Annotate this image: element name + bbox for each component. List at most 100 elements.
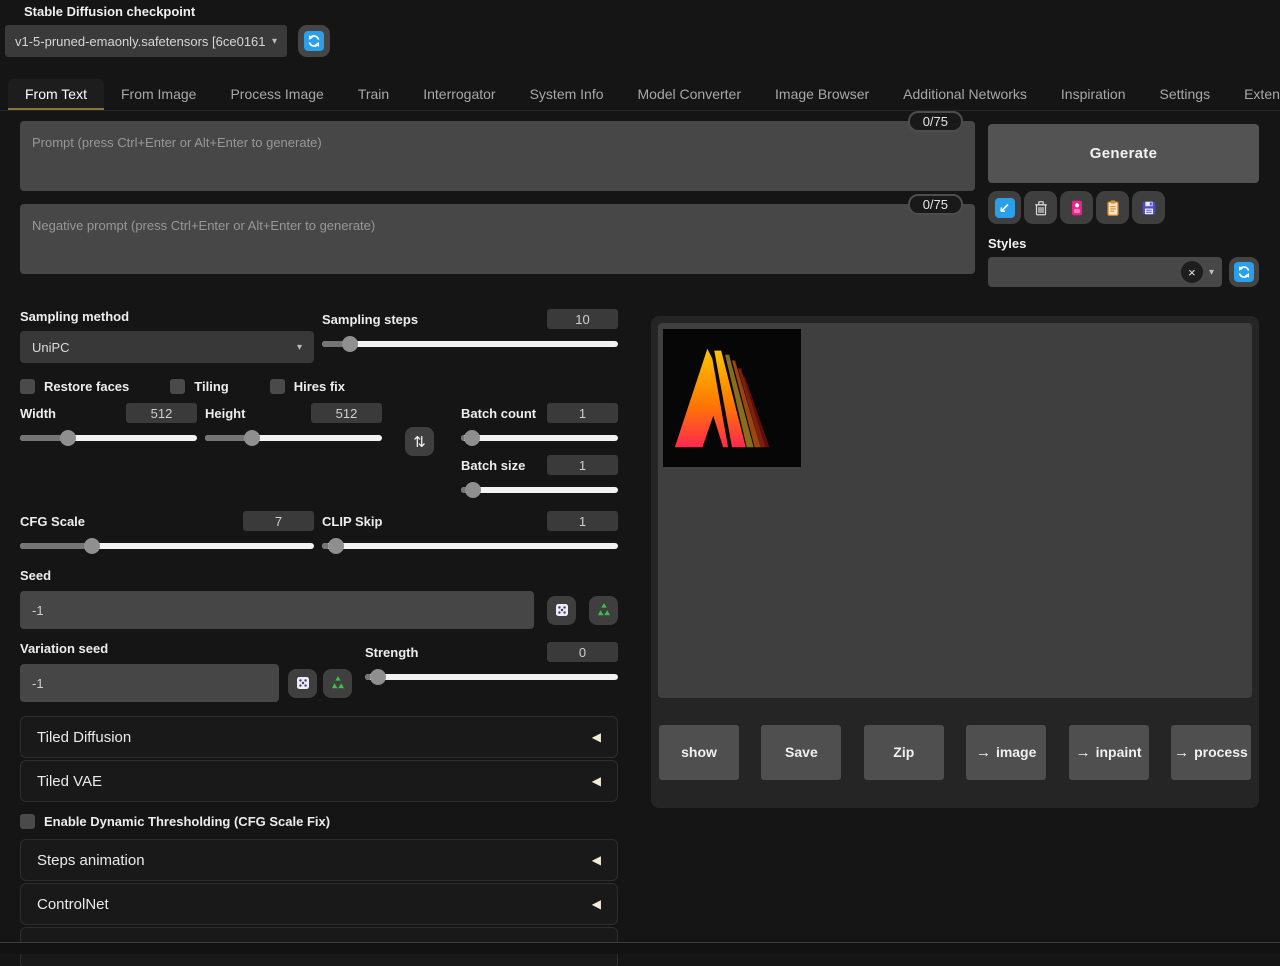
tab-inspiration[interactable]: Inspiration	[1044, 79, 1143, 110]
checkbox-box[interactable]	[20, 814, 35, 829]
dice-icon	[295, 675, 311, 691]
clip-skip-slider[interactable]	[322, 538, 618, 554]
strength-slider[interactable]	[365, 669, 618, 685]
sampling-method-value: UniPC	[32, 340, 291, 355]
save-style-button[interactable]	[1132, 191, 1165, 224]
tiling-checkbox[interactable]: Tiling	[170, 379, 228, 394]
tab-from-text[interactable]: From Text	[8, 79, 104, 110]
slider-thumb[interactable]	[464, 430, 480, 446]
recycle-icon	[330, 675, 346, 691]
dynamic-thresholding-checkbox[interactable]: Enable Dynamic Thresholding (CFG Scale F…	[20, 814, 618, 829]
paste-generation-parameters-button[interactable]: ↙	[988, 191, 1021, 224]
accordion-steps-animation[interactable]: Steps animation◀	[20, 839, 618, 881]
refresh-checkpoints-button[interactable]	[298, 25, 330, 57]
tab-image-browser[interactable]: Image Browser	[758, 79, 886, 110]
header: Stable Diffusion checkpoint v1-5-pruned-…	[0, 0, 1280, 57]
tab-model-converter[interactable]: Model Converter	[621, 79, 759, 110]
strength-input[interactable]	[547, 642, 618, 662]
slider-thumb[interactable]	[84, 538, 100, 554]
checkbox-label: Restore faces	[44, 379, 129, 394]
show-extra-networks-button[interactable]	[1060, 191, 1093, 224]
clear-prompt-button[interactable]	[1024, 191, 1057, 224]
width-label: Width	[20, 406, 56, 421]
styles-select[interactable]: × ▾	[988, 257, 1222, 287]
extensions-accordions-top: Tiled Diffusion◀Tiled VAE◀	[20, 716, 618, 802]
refresh-styles-button[interactable]	[1229, 257, 1259, 287]
refresh-icon	[304, 31, 324, 51]
width-slider[interactable]	[20, 430, 197, 446]
cfg-scale-slider[interactable]	[20, 538, 314, 554]
checkpoint-select[interactable]: v1-5-pruned-emaonly.safetensors [6ce0161…	[5, 25, 287, 57]
button-label: Zip	[893, 744, 914, 761]
apply-selected-style-button[interactable]	[1096, 191, 1129, 224]
zip-button[interactable]: Zip	[864, 725, 944, 780]
height-slider[interactable]	[205, 430, 382, 446]
accordion-controlnet[interactable]: ControlNet◀	[20, 883, 618, 925]
restore-faces-checkbox[interactable]: Restore faces	[20, 379, 129, 394]
clip-skip-input[interactable]	[547, 511, 618, 531]
slider-thumb[interactable]	[244, 430, 260, 446]
slider-thumb[interactable]	[370, 669, 386, 685]
accordion-tiled-diffusion[interactable]: Tiled Diffusion◀	[20, 716, 618, 758]
show-button[interactable]: show	[659, 725, 739, 780]
accordion-tiled-vae[interactable]: Tiled VAE◀	[20, 760, 618, 802]
cfg-scale-input[interactable]	[243, 511, 314, 531]
width-input[interactable]	[126, 403, 197, 423]
hires-fix-checkbox[interactable]: Hires fix	[270, 379, 345, 394]
chevron-down-icon: ▾	[272, 36, 277, 47]
floppy-disk-icon	[1140, 199, 1158, 217]
sampling-method-select[interactable]: UniPC ▾	[20, 331, 314, 363]
send-to-inpaint-button[interactable]: →inpaint	[1069, 725, 1149, 780]
clear-styles-icon[interactable]: ×	[1181, 261, 1203, 283]
collapsed-caret-icon: ◀	[592, 730, 601, 744]
reuse-seed-button[interactable]	[589, 596, 618, 625]
random-variation-seed-button[interactable]	[288, 669, 317, 698]
slider-thumb[interactable]	[60, 430, 76, 446]
random-seed-button[interactable]	[547, 596, 576, 625]
seed-input[interactable]	[20, 591, 534, 629]
slider-thumb[interactable]	[328, 538, 344, 554]
slider-thumb[interactable]	[342, 336, 358, 352]
collapsed-caret-icon: ◀	[592, 774, 601, 788]
send-to-image-button[interactable]: →image	[966, 725, 1046, 780]
tab-system-info[interactable]: System Info	[513, 79, 621, 110]
sampling-steps-input[interactable]	[547, 309, 618, 329]
tab-additional-networks[interactable]: Additional Networks	[886, 79, 1044, 110]
output-gallery[interactable]	[658, 323, 1252, 698]
height-input[interactable]	[311, 403, 382, 423]
slider-thumb[interactable]	[465, 482, 481, 498]
clipboard-icon	[1104, 199, 1122, 217]
collapsed-caret-icon: ◀	[592, 897, 601, 911]
tab-extensions[interactable]: Extensions	[1227, 79, 1280, 110]
parameters-column: Sampling method UniPC ▾ Sampling steps	[20, 309, 618, 966]
button-label: show	[681, 744, 717, 761]
tab-from-image[interactable]: From Image	[104, 79, 213, 110]
batch-count-input[interactable]	[547, 403, 618, 423]
tab-interrogator[interactable]: Interrogator	[406, 79, 512, 110]
checkbox-label: Tiling	[194, 379, 228, 394]
dice-icon	[554, 602, 570, 618]
collapsed-caret-icon: ◀	[592, 853, 601, 867]
save-button[interactable]: Save	[761, 725, 841, 780]
reuse-variation-seed-button[interactable]	[323, 669, 352, 698]
swap-width-height-button[interactable]: ⇅	[405, 427, 434, 456]
extra-networks-card-icon	[1068, 199, 1086, 217]
variation-seed-input[interactable]	[20, 664, 279, 702]
tab-train[interactable]: Train	[341, 79, 406, 110]
checkbox-box[interactable]	[270, 379, 285, 394]
generate-button[interactable]: Generate	[988, 124, 1259, 183]
checkbox-box[interactable]	[170, 379, 185, 394]
checkbox-box[interactable]	[20, 379, 35, 394]
tab-process-image[interactable]: Process Image	[213, 79, 340, 110]
tab-settings[interactable]: Settings	[1143, 79, 1228, 110]
send-to-process-button[interactable]: →process	[1171, 725, 1251, 780]
sampling-steps-slider[interactable]	[322, 336, 618, 352]
batch-size-input[interactable]	[547, 455, 618, 475]
batch-size-slider[interactable]	[461, 482, 618, 498]
cfg-scale-label: CFG Scale	[20, 514, 85, 529]
generate-column: Generate ↙	[988, 111, 1259, 287]
gallery-image[interactable]	[663, 328, 801, 468]
batch-count-slider[interactable]	[461, 430, 618, 446]
prompt-token-counter: 0/75	[908, 111, 963, 132]
main-tabbar: From TextFrom ImageProcess ImageTrainInt…	[0, 79, 1280, 111]
